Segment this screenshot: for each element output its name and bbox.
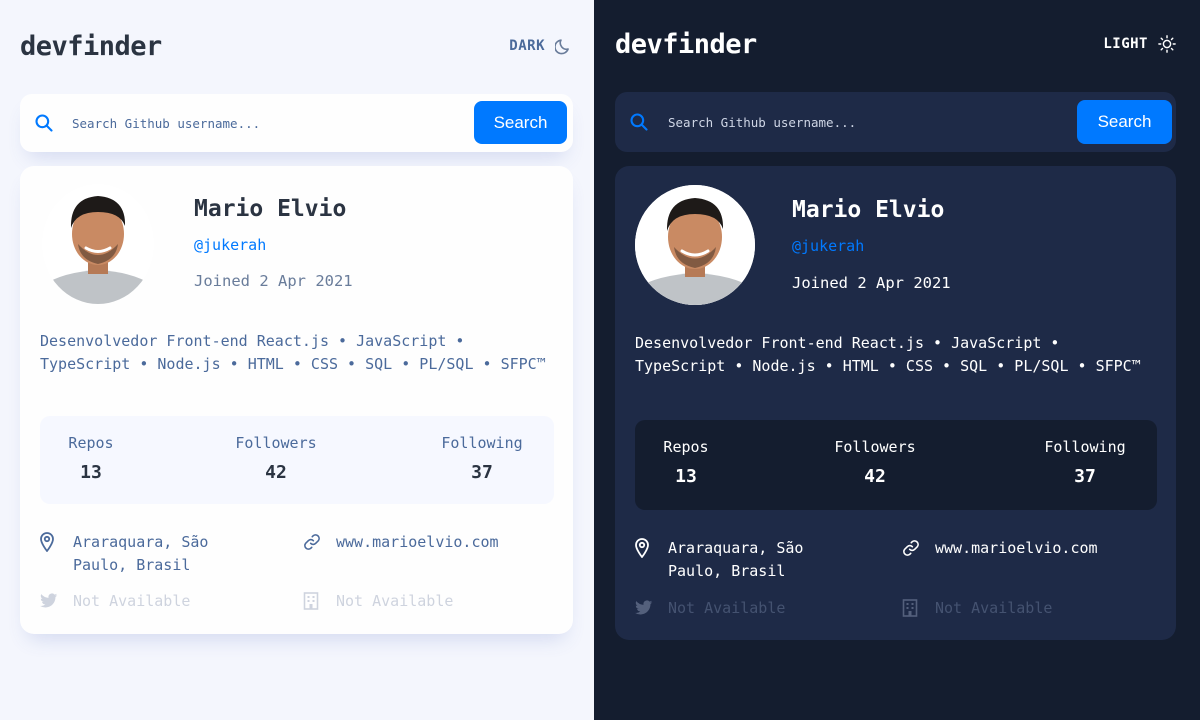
profile-bio: Desenvolvedor Front-end React.js • JavaS…: [635, 334, 1141, 375]
logo: devfinder: [20, 30, 162, 62]
stat-label: Following: [441, 434, 523, 452]
profile-login-link[interactable]: @jukerah: [194, 236, 266, 254]
theme-toggle-label: LIGHT: [1103, 36, 1148, 52]
twitter-item: Not Available: [635, 597, 785, 620]
twitter-icon: [635, 597, 657, 619]
header: devfinder LIGHT: [615, 26, 1176, 62]
logo: devfinder: [615, 28, 757, 60]
blog-link[interactable]: www.marioelvio.com: [935, 537, 1098, 560]
profile-name: Mario Elvio: [194, 196, 347, 222]
location-text: Araraquara, São Paulo, Brasil: [73, 533, 209, 574]
stat-following: Following 37: [432, 434, 532, 483]
search-icon: [35, 114, 53, 132]
company-text: Not Available: [935, 599, 1053, 617]
stat-label: Following: [1044, 438, 1126, 456]
stat-value: 13: [80, 462, 102, 483]
joined-date: Joined 2 Apr 2021: [194, 272, 353, 290]
twitter-text: Not Available: [668, 599, 786, 617]
company-item: Not Available: [303, 590, 453, 613]
search-bar: Search: [615, 92, 1176, 152]
stat-value: 42: [265, 462, 287, 483]
twitter-icon: [40, 590, 62, 612]
building-icon: [303, 590, 325, 612]
location-item: Araraquara, São Paulo, Brasil: [635, 537, 855, 583]
dark-theme-panel: devfinder LIGHT Search Github username..…: [594, 0, 1200, 720]
search-icon: [630, 113, 648, 131]
profile-bio: Desenvolvedor Front-end React.js • JavaS…: [40, 332, 546, 373]
company-text: Not Available: [336, 592, 454, 610]
avatar: [42, 184, 154, 304]
profile-card: Mario Elvio @jukerah Joined 2 Apr 2021 D…: [615, 166, 1176, 640]
header: devfinder DARK: [20, 28, 573, 64]
blog-item[interactable]: www.marioelvio.com: [902, 537, 1098, 560]
building-icon: [902, 597, 924, 619]
link-icon: [303, 531, 325, 553]
stat-value: 42: [864, 466, 886, 487]
stat-label: Repos: [68, 434, 114, 452]
profile-login-link[interactable]: @jukerah: [792, 237, 864, 255]
stats-box: Repos 13 Followers 42 Following 37: [635, 420, 1157, 510]
search-bar: Search: [20, 94, 573, 152]
stat-repos: Repos 13: [653, 438, 719, 487]
twitter-item: Not Available: [40, 590, 190, 613]
search-input[interactable]: [72, 112, 462, 134]
stat-repos: Repos 13: [58, 434, 124, 483]
blog-link[interactable]: www.marioelvio.com: [336, 531, 499, 554]
stat-value: 37: [1074, 466, 1096, 487]
company-item: Not Available: [902, 597, 1052, 620]
stat-value: 13: [675, 466, 697, 487]
search-input[interactable]: [668, 111, 1068, 133]
location-pin-icon: [635, 537, 657, 559]
joined-date: Joined 2 Apr 2021: [792, 274, 951, 292]
stat-label: Repos: [663, 438, 709, 456]
stat-following: Following 37: [1035, 438, 1135, 487]
profile-name: Mario Elvio: [792, 197, 945, 223]
search-button[interactable]: Search: [474, 101, 567, 144]
stat-label: Followers: [834, 438, 916, 456]
light-theme-panel: devfinder DARK Search M: [0, 0, 594, 720]
theme-toggle-label: DARK: [509, 38, 545, 54]
theme-toggle-button[interactable]: LIGHT: [1103, 35, 1176, 53]
theme-toggle-button[interactable]: DARK: [509, 37, 573, 55]
stat-followers: Followers 42: [226, 434, 326, 483]
moon-icon: [555, 39, 569, 55]
stat-followers: Followers 42: [825, 438, 925, 487]
location-item: Araraquara, São Paulo, Brasil: [40, 531, 260, 577]
stat-value: 37: [471, 462, 493, 483]
location-text: Araraquara, São Paulo, Brasil: [668, 539, 804, 580]
stats-box: Repos 13 Followers 42 Following 37: [40, 416, 554, 504]
link-icon: [902, 537, 924, 559]
sun-icon: [1158, 35, 1176, 53]
blog-item[interactable]: www.marioelvio.com: [303, 531, 499, 554]
search-button[interactable]: Search: [1077, 100, 1172, 144]
twitter-text: Not Available: [73, 592, 191, 610]
avatar: [635, 185, 755, 305]
location-pin-icon: [40, 531, 62, 553]
profile-card: Mario Elvio @jukerah Joined 2 Apr 2021 D…: [20, 166, 573, 634]
stat-label: Followers: [235, 434, 317, 452]
